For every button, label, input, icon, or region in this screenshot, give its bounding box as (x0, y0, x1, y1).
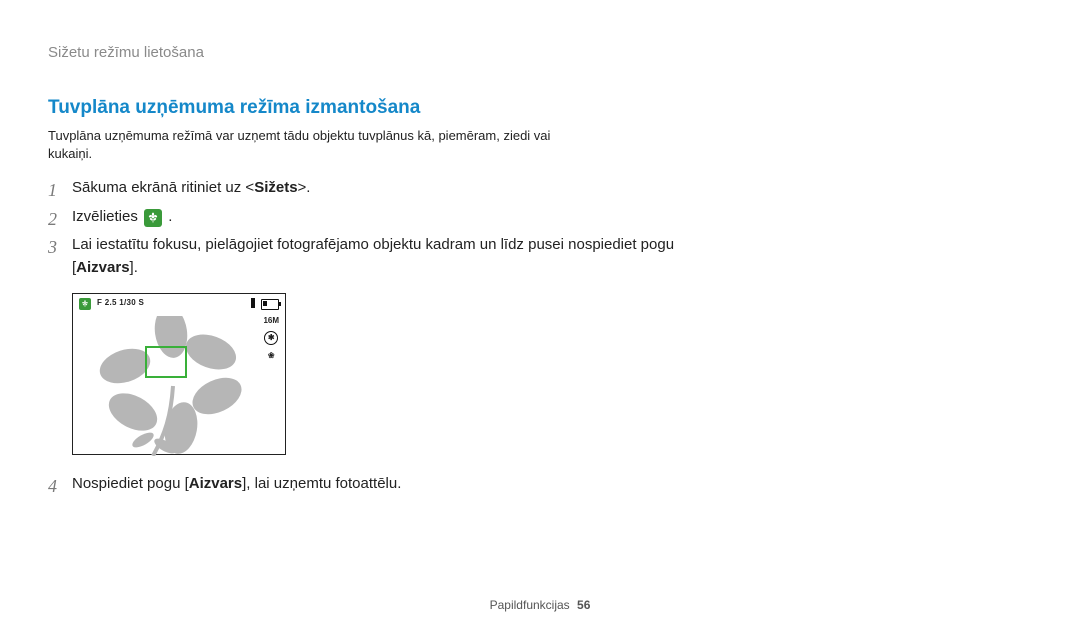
intro-text: Tuvplāna uzņēmuma režīmā var uzņemt tādu… (48, 127, 568, 163)
shots-remaining-icon (251, 298, 255, 308)
step-text: ]. (130, 259, 138, 276)
step-number: 3 (48, 234, 57, 261)
section-title: Tuvplāna uzņēmuma režīma izmantošana (48, 97, 1032, 119)
macro-mode-icon (144, 209, 162, 227)
footer-label: Papildfunkcijas (490, 598, 570, 612)
battery-icon (261, 299, 279, 310)
step-number: 4 (48, 473, 57, 500)
step-number: 2 (48, 206, 57, 233)
flash-icon: ✱ (264, 331, 278, 345)
step-text: >. (298, 179, 311, 196)
exposure-label: F 2.5 1/30 S (97, 298, 144, 307)
step-2: 2 Izvēlieties . (48, 206, 712, 229)
camera-preview: F 2.5 1/30 S 16M ✱ ❀ (72, 293, 286, 455)
flower-illustration (93, 316, 253, 456)
step-text: Sākuma ekrānā ritiniet uz < (72, 179, 254, 196)
step-text: Lai iestatītu fokusu, pielāgojiet fotogr… (72, 236, 674, 276)
focus-box (145, 346, 187, 378)
step-4: 4 Nospiediet pogu [Aizvars], lai uzņemtu… (48, 473, 712, 496)
step-text: Izvēlieties (72, 208, 142, 225)
step-bold: Sižets (254, 179, 297, 196)
step-bold: Aizvars (76, 259, 129, 276)
step-bold: Aizvars (189, 475, 242, 492)
step-1: 1 Sākuma ekrānā ritiniet uz <Sižets>. (48, 177, 712, 200)
step-3: 3 Lai iestatītu fokusu, pielāgojiet foto… (48, 234, 712, 279)
camera-top-bar: F 2.5 1/30 S (79, 298, 279, 312)
step-number: 1 (48, 177, 57, 204)
page-footer: Papildfunkcijas 56 (0, 598, 1080, 612)
steps-list: 1 Sākuma ekrānā ritiniet uz <Sižets>. 2 … (48, 177, 1032, 279)
step-text: Nospiediet pogu [ (72, 475, 189, 492)
macro-glyph-icon: ❀ (268, 351, 275, 360)
breadcrumb: Sižetu režīmu lietošana (48, 44, 1032, 61)
steps-list-cont: 4 Nospiediet pogu [Aizvars], lai uzņemtu… (48, 473, 1032, 496)
macro-indicator-icon (79, 298, 91, 310)
camera-right-icons: 16M ✱ ❀ (263, 316, 279, 360)
page-number: 56 (577, 598, 590, 612)
resolution-label: 16M (263, 316, 279, 325)
step-text: ], lai uzņemtu fotoattēlu. (242, 475, 401, 492)
step-text: . (168, 208, 172, 225)
